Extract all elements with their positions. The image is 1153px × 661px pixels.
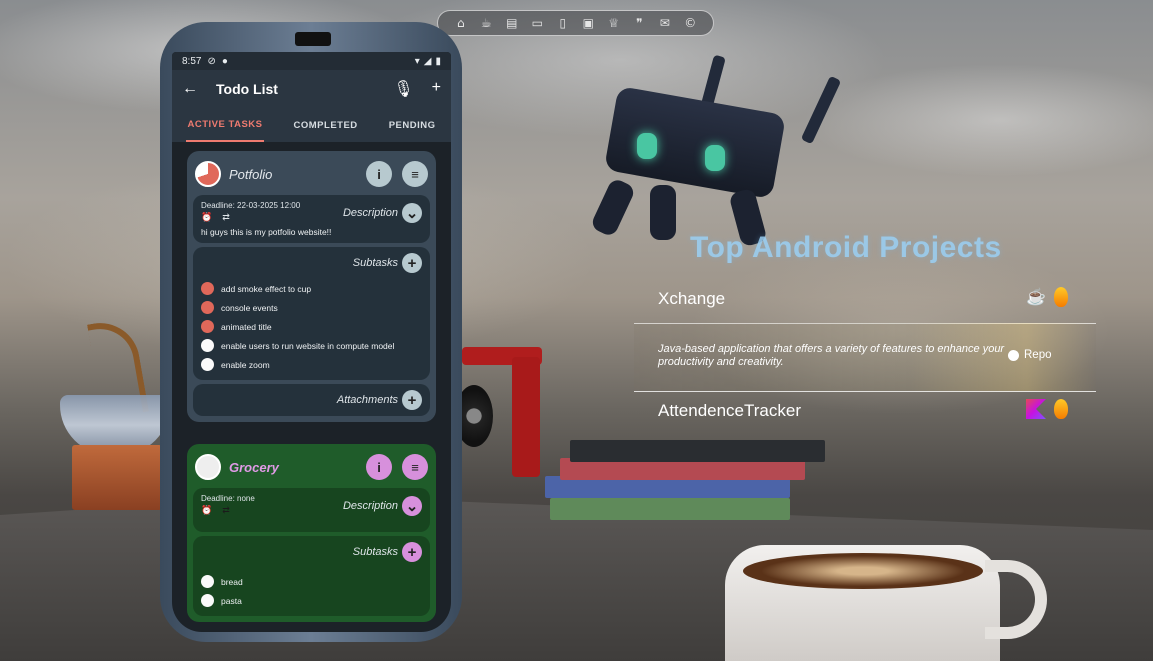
phone-screen: 8:57 ⊘ ● ▾ ◢ ▮ ← Todo List 🎙 + ACTIVE TA… [172, 52, 451, 632]
phone-mockup: 8:57 ⊘ ● ▾ ◢ ▮ ← Todo List 🎙 + ACTIVE TA… [160, 22, 462, 642]
wooden-box [72, 445, 162, 510]
subtask-item[interactable]: bread [201, 572, 422, 591]
repeat-icon[interactable]: ⇄ [222, 505, 230, 516]
info-button[interactable]: i [366, 454, 392, 480]
github-icon [1008, 349, 1019, 361]
project-description: Java-based application that offers a var… [658, 343, 1005, 368]
status-bar: 8:57 ⊘ ● ▾ ◢ ▮ [172, 52, 451, 70]
description-label: Description [342, 499, 398, 512]
subtasks-label: Subtasks [352, 257, 398, 269]
back-arrow-icon[interactable]: ← [182, 80, 198, 98]
quote-icon[interactable]: ❞ [631, 15, 647, 31]
task-card-grocery[interactable]: Grocery i ≡ Deadline: none ⏰ ⇄ Descripti… [187, 444, 436, 622]
wifi-icon: ▾ [414, 55, 420, 67]
subtask-checkbox[interactable] [201, 358, 214, 371]
expand-description-button[interactable]: ⌄ [402, 495, 422, 516]
subtask-item[interactable]: add smoke effect to cup [201, 279, 422, 298]
attachments-label: Attachments [336, 394, 398, 406]
browser-icon[interactable]: ▣ [580, 15, 596, 31]
phone-notch [295, 32, 331, 46]
description-section: Deadline: 22-03-2025 12:00 ⏰ ⇄ Descripti… [193, 195, 430, 243]
subtask-checkbox[interactable] [201, 320, 214, 333]
project-row-xchange[interactable]: Xchange ☕ [634, 277, 1096, 324]
tab-pending[interactable]: PENDING [387, 110, 438, 141]
alarm-icon[interactable]: ⏰ [201, 505, 212, 516]
projects-heading: Top Android Projects [690, 231, 1002, 264]
subtasks-label: Subtasks [352, 546, 398, 558]
tab-active-tasks[interactable]: ACTIVE TASKS [185, 109, 265, 142]
repo-link[interactable]: Repo [1008, 349, 1052, 361]
subtask-text: console events [221, 302, 278, 313]
progress-ring [195, 161, 221, 187]
menu-button[interactable]: ≡ [402, 161, 428, 187]
app-title: Todo List [216, 81, 278, 97]
subtask-text: enable zoom [221, 359, 270, 370]
project-name: Xchange [658, 289, 726, 308]
coffee-cup [725, 545, 1000, 661]
notification-icon: ● [221, 55, 228, 67]
info-button[interactable]: i [366, 161, 392, 187]
subtask-item[interactable]: console events [201, 298, 422, 317]
subtask-item[interactable]: enable users to run website in compute m… [201, 336, 422, 355]
status-time: 8:57 [182, 55, 202, 67]
add-subtask-button[interactable]: + [402, 542, 422, 562]
tab-completed[interactable]: COMPLETED [292, 110, 360, 141]
subtask-item[interactable]: pasta [201, 591, 422, 610]
add-subtask-button[interactable]: + [402, 253, 422, 273]
subtasks-section: Subtasks + bread pasta [193, 536, 430, 616]
add-icon[interactable]: + [432, 79, 441, 99]
alarm-icon[interactable]: ⏰ [201, 212, 212, 223]
subtask-text: enable users to run website in compute m… [221, 340, 395, 351]
project-details-panel: Java-based application that offers a var… [634, 323, 1096, 392]
flying-robot[interactable] [589, 54, 842, 248]
repeat-icon[interactable]: ⇄ [222, 212, 230, 223]
top-navigation-dock: ⌂ ☕ ▤ ▭ ▯ ▣ ♕ ❞ ✉ © [437, 10, 714, 36]
firebase-icon [1054, 287, 1068, 307]
task-card-potfolio[interactable]: Potfolio i ≡ Deadline: 22-03-2025 12:00 … [187, 151, 436, 422]
description-section: Deadline: none ⏰ ⇄ Description ⌄ [193, 488, 430, 532]
trophy-icon[interactable]: ♕ [606, 15, 622, 31]
subtask-text: animated title [221, 321, 272, 332]
subtask-checkbox[interactable] [201, 301, 214, 314]
subtask-checkbox[interactable] [201, 282, 214, 295]
dnd-icon: ⊘ [207, 55, 216, 67]
microphone-icon[interactable]: 🎙 [393, 79, 413, 99]
java-icon: ☕ [1026, 289, 1046, 306]
subtask-text: add smoke effect to cup [221, 283, 312, 294]
progress-ring [195, 454, 221, 480]
phone-icon[interactable]: ▯ [555, 15, 571, 31]
subtask-text: pasta [221, 595, 242, 606]
subtask-item[interactable]: enable zoom [201, 355, 422, 374]
copyright-icon[interactable]: © [682, 15, 698, 31]
menu-button[interactable]: ≡ [402, 454, 428, 480]
firebase-icon [1054, 399, 1068, 419]
subtask-checkbox[interactable] [201, 594, 214, 607]
task-tabs: ACTIVE TASKS COMPLETED PENDING [172, 108, 451, 143]
description-text: hi guys this is my potfolio website!! [201, 227, 332, 237]
subtask-item[interactable]: animated title [201, 317, 422, 336]
repo-label: Repo [1024, 349, 1052, 361]
expand-description-button[interactable]: ⌄ [402, 202, 422, 223]
card-title: Potfolio [229, 166, 273, 182]
mail-icon[interactable]: ✉ [657, 15, 673, 31]
coffee-icon[interactable]: ☕ [478, 15, 494, 31]
subtasks-section: Subtasks + add smoke effect to cup conso… [193, 247, 430, 380]
attachments-section: Attachments + [193, 384, 430, 416]
project-row-attendencetracker[interactable]: AttendenceTracker [634, 391, 1096, 437]
battery-icon: ▮ [435, 55, 441, 67]
home-icon[interactable]: ⌂ [453, 15, 469, 31]
signal-icon: ◢ [423, 55, 432, 67]
project-name: AttendenceTracker [658, 401, 801, 420]
card-title: Grocery [229, 459, 279, 475]
subtask-checkbox[interactable] [201, 339, 214, 352]
description-label: Description [342, 206, 398, 219]
subtask-text: bread [221, 576, 243, 587]
document-icon[interactable]: ▤ [504, 15, 520, 31]
add-attachment-button[interactable]: + [402, 390, 422, 410]
subtask-checkbox[interactable] [201, 575, 214, 588]
kotlin-icon [1026, 399, 1046, 419]
app-bar: ← Todo List 🎙 + [172, 70, 451, 108]
laptop-icon[interactable]: ▭ [529, 15, 545, 31]
